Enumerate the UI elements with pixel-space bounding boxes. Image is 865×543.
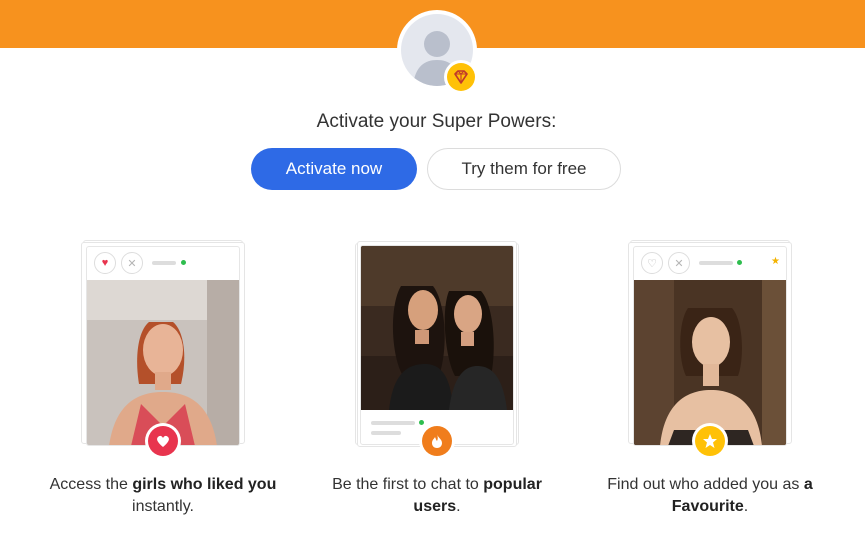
try-for-free-button[interactable]: Try them for free — [427, 148, 621, 190]
profile-photo — [87, 280, 239, 445]
online-dot — [737, 260, 742, 265]
feature-card-popular — [354, 240, 520, 450]
heart-icon — [148, 426, 178, 456]
mini-like-icon: ♥ — [94, 252, 116, 274]
online-dot — [181, 260, 186, 265]
profile-photo — [361, 246, 513, 410]
mini-star-icon: ★ — [771, 256, 780, 267]
user-avatar — [397, 10, 478, 94]
mini-close-icon: ✕ — [121, 252, 143, 274]
star-icon — [695, 426, 725, 456]
page-headline: Activate your Super Powers: — [316, 111, 557, 132]
feature-caption-favourites: Find out who added you as a Favourite. — [607, 476, 813, 515]
online-dot — [419, 420, 424, 425]
mini-like-icon: ♡ — [641, 252, 663, 274]
diamond-icon — [447, 63, 475, 91]
feature-caption-popular: Be the first to chat to popular users. — [332, 476, 542, 515]
activate-now-button[interactable]: Activate now — [251, 148, 417, 190]
mini-close-icon: ✕ — [668, 252, 690, 274]
feature-caption-likes: Access the girls who liked you instantly… — [49, 476, 277, 515]
feature-badge-favourites — [692, 423, 728, 459]
flame-icon — [422, 426, 452, 456]
super-powers-badge — [444, 60, 478, 94]
feature-badge-popular — [419, 423, 455, 459]
feature-card-likes: ♥ ✕ — [80, 240, 246, 450]
feature-card-favourites: ♡ ✕ ★ — [627, 240, 793, 450]
feature-badge-likes — [145, 423, 181, 459]
profile-photo — [634, 280, 786, 445]
